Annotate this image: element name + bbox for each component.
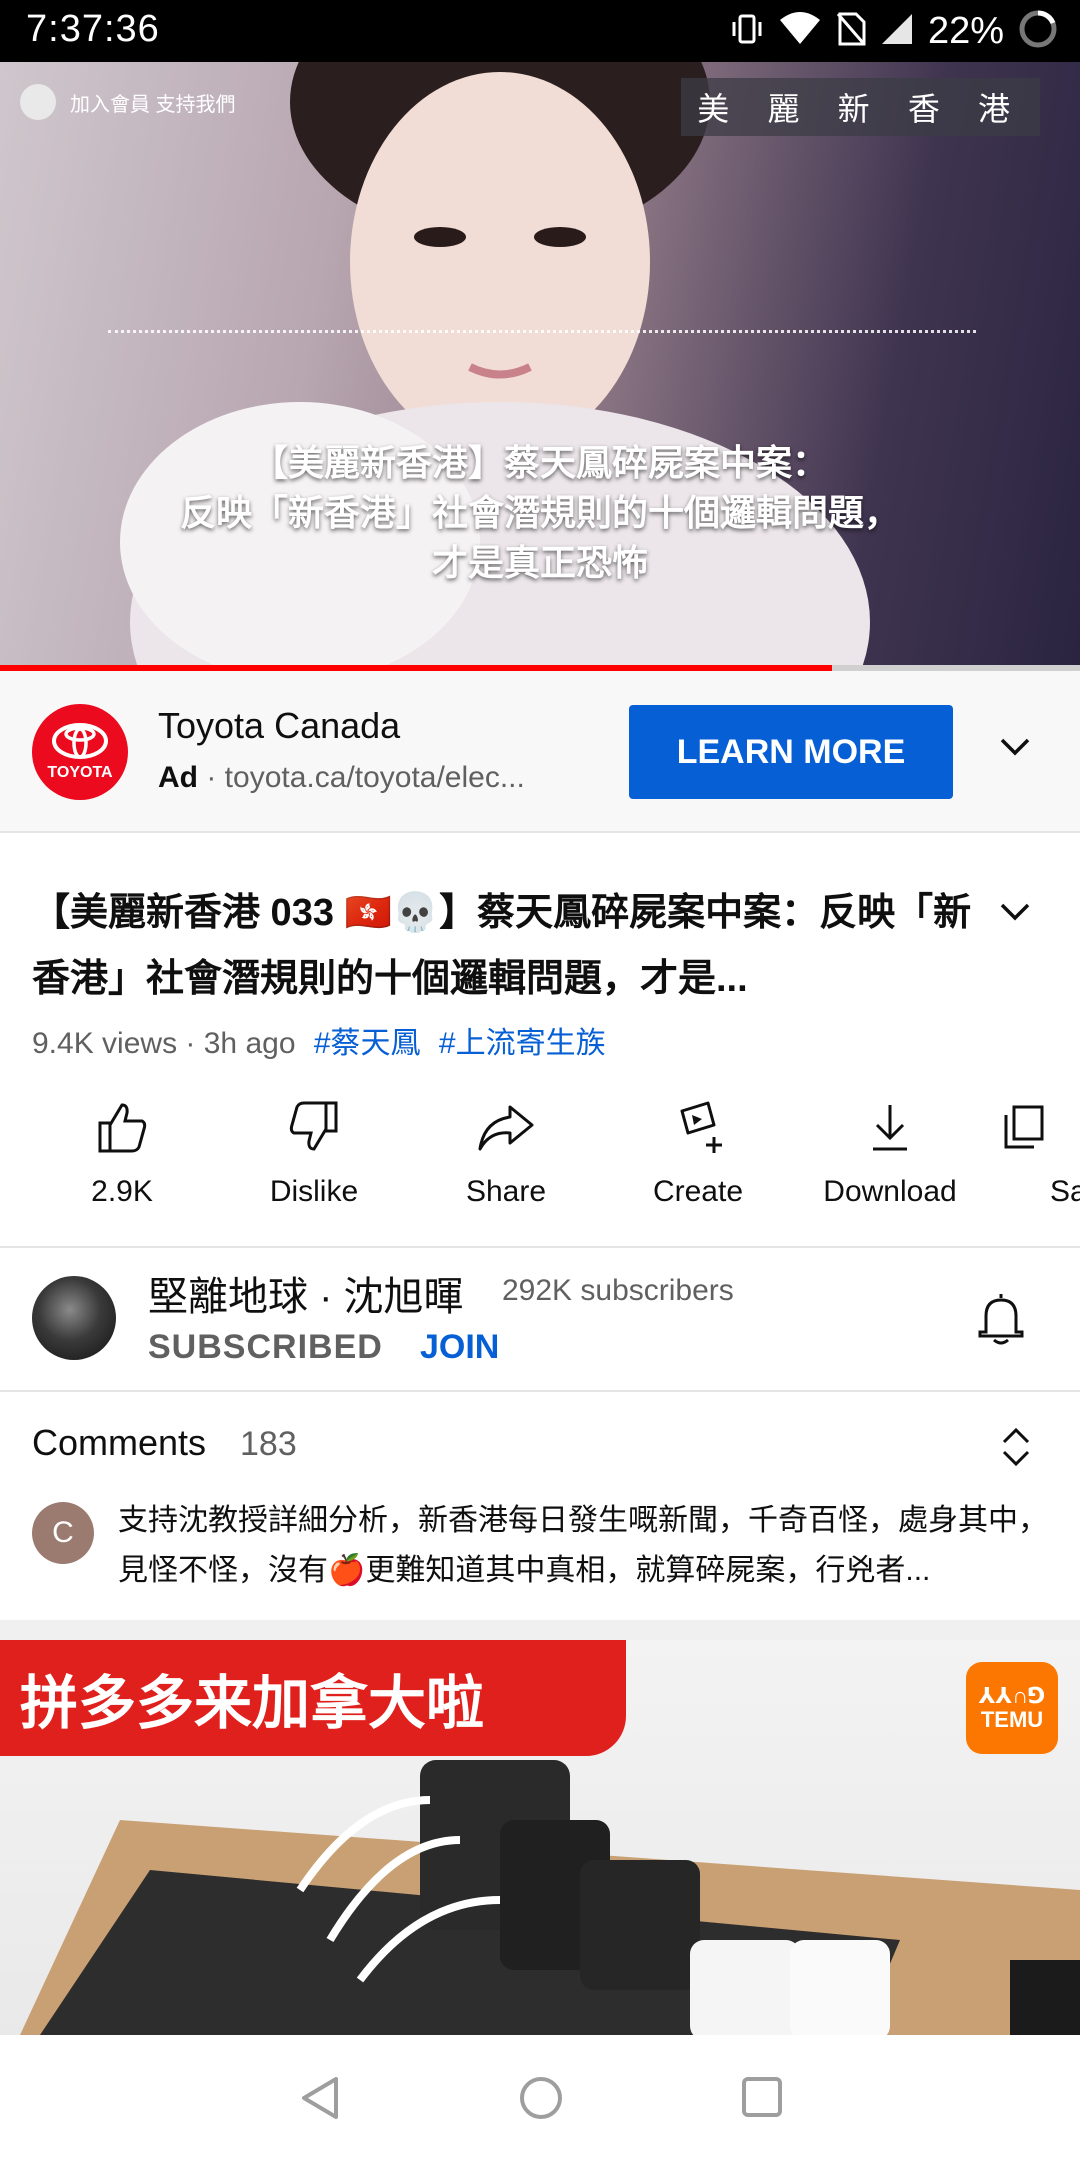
dislike-label: Dislike — [269, 1175, 359, 1208]
temu-logo-text: TEMU — [980, 1707, 1044, 1732]
video-meta: 9.4K views · 3h ago #蔡天鳳 #上流寄生族 — [32, 1018, 606, 1062]
back-icon[interactable] — [298, 2075, 342, 2126]
channel-avatar[interactable] — [32, 1276, 116, 1360]
save-button[interactable]: Sa — [992, 1095, 1080, 1215]
membership-text: 加入會員 支持我們 — [70, 93, 236, 116]
subscribed-button[interactable]: SUBSCRIBED — [148, 1328, 383, 1367]
signal-icon — [880, 12, 914, 51]
home-icon[interactable] — [518, 2075, 564, 2126]
comment-text: 支持沈教授詳細分析，新香港每日發生嘅新聞，千奇百怪，處身其中，見怪不怪，沒有🍎更… — [118, 1504, 1048, 1587]
hashtag-link[interactable]: #蔡天鳳 — [314, 1027, 421, 1060]
video-player[interactable]: 加入會員 支持我們 美 麗 新 香 港 【美麗新香港】蔡天鳳碎屍案中案： 反映「… — [0, 62, 1080, 667]
view-count: 9.4K views — [32, 1027, 178, 1060]
download-label: Download — [823, 1175, 957, 1208]
save-label: Sa — [1050, 1175, 1080, 1208]
status-time: 7:37:36 — [26, 8, 160, 50]
divider — [0, 1246, 1080, 1248]
download-icon — [865, 1095, 915, 1159]
channel-name[interactable]: 堅離地球 · 沈旭暉 — [148, 1264, 464, 1322]
share-icon — [476, 1095, 536, 1159]
video-title[interactable]: 【美麗新香港 033 🇭🇰💀】蔡天鳳碎屍案中案：反映「新香港」社會潛規則的十個邏… — [32, 880, 972, 1012]
toyota-emblem-icon — [52, 723, 108, 759]
recents-icon[interactable] — [740, 2075, 784, 2124]
ad-subline: Ad · toyota.ca/toyota/elec... — [158, 761, 598, 795]
no-sim-icon — [836, 12, 866, 51]
channel-globe-icon — [20, 84, 56, 120]
like-count: 2.9K — [91, 1175, 153, 1208]
share-label: Share — [465, 1175, 547, 1208]
wifi-icon — [778, 11, 822, 51]
divider — [0, 1390, 1080, 1392]
ad-label: Ad — [158, 761, 198, 794]
action-row: 2.9K Dislike Share Create Download Sa — [0, 1095, 1080, 1215]
toyota-logo-text: TOYOTA — [47, 764, 113, 781]
battery-icon — [1018, 9, 1058, 54]
thumb-down-icon — [286, 1095, 342, 1159]
battery-percentage: 22% — [927, 9, 1004, 52]
bell-icon[interactable] — [976, 1290, 1026, 1351]
download-button[interactable]: Download — [800, 1095, 980, 1215]
vibrate-icon — [730, 12, 764, 51]
join-button[interactable]: JOIN — [420, 1328, 499, 1367]
caption-line: 反映「新香港」社會潛規則的十個邏輯問題， — [179, 492, 900, 533]
caption-line: 【美麗新香港】蔡天鳳碎屍案中案： — [251, 442, 828, 483]
ad-banner[interactable]: TOYOTA Toyota Canada Ad · toyota.ca/toyo… — [0, 671, 1080, 833]
hashtag-link[interactable]: #上流寄生族 — [439, 1027, 606, 1060]
save-icon — [992, 1095, 1052, 1159]
create-icon — [668, 1095, 728, 1159]
comments-count: 183 — [240, 1425, 297, 1463]
decorative-divider — [108, 330, 976, 333]
expand-collapse-icon[interactable] — [998, 1426, 1034, 1473]
ad-url: toyota.ca/toyota/elec... — [224, 761, 525, 794]
caption-line: 才是真正恐怖 — [431, 542, 648, 583]
upload-age: 3h ago — [203, 1027, 296, 1060]
ad-expand-chevron-icon[interactable] — [996, 728, 1034, 771]
subscriber-count: 292K subscribers — [502, 1274, 734, 1307]
learn-more-button[interactable]: LEARN MORE — [629, 705, 953, 799]
temu-logo: ⅄⅄∩⅁ TEMU — [966, 1662, 1058, 1754]
comment-avatar[interactable]: C — [32, 1502, 94, 1564]
series-badge: 美 麗 新 香 港 — [681, 78, 1040, 136]
thumb-up-icon — [94, 1095, 150, 1159]
temu-logo-symbols: ⅄⅄∩⅁ — [978, 1683, 1046, 1708]
membership-promo: 加入會員 支持我們 — [20, 84, 236, 120]
promo-ad-image[interactable]: 拼多多来加拿大啦 ⅄⅄∩⅁ TEMU — [0, 1640, 1080, 2035]
status-bar: 7:37:36 22% — [0, 0, 1080, 62]
status-icons: 22% — [730, 8, 1058, 54]
create-label: Create — [652, 1175, 744, 1208]
meta-separator: · — [177, 1027, 204, 1060]
comments-header: Comments — [32, 1422, 207, 1463]
description-expand-chevron-icon[interactable] — [996, 893, 1034, 936]
create-button[interactable]: Create — [608, 1095, 788, 1215]
ad-separator: · — [206, 761, 225, 794]
dislike-button[interactable]: Dislike — [224, 1095, 404, 1215]
share-button[interactable]: Share — [416, 1095, 596, 1215]
promo-banner-text: 拼多多来加拿大啦 — [0, 1640, 626, 1756]
system-nav-bar — [0, 2035, 1080, 2160]
video-caption: 【美麗新香港】蔡天鳳碎屍案中案： 反映「新香港」社會潛規則的十個邏輯問題， 才是… — [0, 438, 1080, 588]
toyota-logo: TOYOTA — [32, 704, 128, 800]
like-button[interactable]: 2.9K — [32, 1095, 212, 1215]
ad-advertiser: Toyota Canada — [158, 705, 401, 746]
section-gap — [0, 1620, 1080, 1640]
